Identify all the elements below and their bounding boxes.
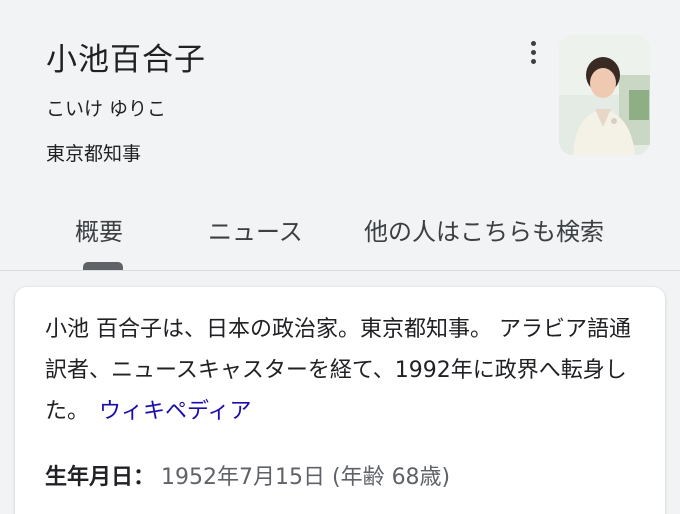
- tab-people-also-search[interactable]: 他の人はこちらも検索: [364, 212, 604, 247]
- entity-description: 小池 百合子は、日本の政治家。東京都知事。 アラビア語通訳者、ニュースキャスター…: [45, 309, 645, 432]
- tab-bar: 概要 ニュース 他の人はこちらも検索: [0, 200, 680, 270]
- entity-role: 東京都知事: [46, 143, 142, 165]
- knowledge-panel-header: 小池百合子 こいけ ゆりこ 東京都知事 概要 ニュース 他の人はこちらも検索: [0, 0, 680, 270]
- more-vert-icon-dot: [530, 40, 536, 46]
- overview-card: 小池 百合子は、日本の政治家。東京都知事。 アラビア語通訳者、ニュースキャスター…: [15, 287, 665, 514]
- wikipedia-link[interactable]: ウィキペディア: [99, 399, 251, 424]
- fact-label: 生年月日：: [45, 465, 156, 490]
- entity-reading: こいけ ゆりこ: [46, 98, 167, 120]
- entity-title: 小池百合子: [46, 42, 206, 78]
- fact-value: 1952年7月15日 (年齢 68歳): [161, 465, 451, 490]
- more-vert-icon-dot: [530, 58, 536, 64]
- tab-overview[interactable]: 概要: [75, 212, 123, 247]
- tab-news[interactable]: ニュース: [208, 212, 303, 247]
- profile-photo-image: [559, 35, 650, 155]
- active-tab-indicator: [83, 262, 123, 270]
- more-vert-icon-dot: [530, 49, 536, 55]
- header-divider: [0, 270, 680, 271]
- profile-photo[interactable]: [559, 35, 650, 155]
- more-options-button[interactable]: [520, 38, 546, 66]
- fact-birth-date: 生年月日： 1952年7月15日 (年齢 68歳): [45, 459, 450, 491]
